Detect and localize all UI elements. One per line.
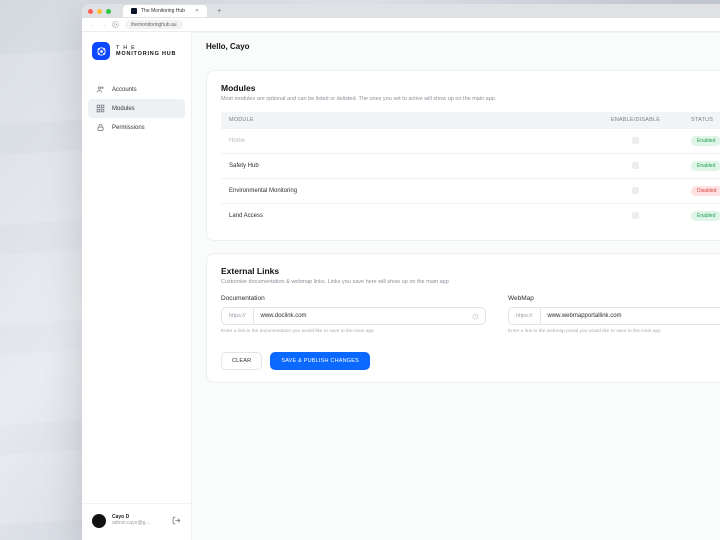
favicon-icon [131, 8, 137, 14]
external-links-panel: External Links Customise documentation &… [206, 253, 720, 383]
module-status-cell: Enabled [683, 154, 720, 179]
address-bar[interactable]: themonitoringhub.au [125, 20, 183, 29]
map-input-wrap[interactable]: https:// www.webmapportallink.com [508, 307, 720, 325]
sidebar-item-modules[interactable]: Modules [88, 99, 185, 118]
module-status-cell: Disabled [683, 179, 720, 204]
module-status-cell: Enabled [683, 129, 720, 154]
status-badge: Enabled [691, 211, 720, 221]
sidebar-item-permissions[interactable]: Permissions [88, 118, 185, 137]
browser-tab[interactable]: The Monitoring Hub ✕ [123, 5, 207, 17]
table-row: Safety Hub Enabled [221, 154, 720, 179]
checkbox-icon[interactable] [632, 187, 639, 194]
modules-table: MODULE ENABLE/DISABLE STATUS Home Enabled… [221, 112, 720, 228]
table-row: Home Enabled [221, 129, 720, 154]
webmap-field: WebMap https:// www.webmapportallink.com… [508, 295, 720, 334]
forward-icon[interactable]: → [101, 22, 106, 28]
modules-title: Modules [221, 83, 720, 93]
external-title: External Links [221, 266, 720, 276]
traffic-light-close[interactable] [88, 9, 93, 14]
doc-input-wrap[interactable]: https:// www.doclink.com [221, 307, 486, 325]
col-module: MODULE [221, 112, 588, 129]
status-badge: Enabled [691, 161, 720, 171]
topbar: Hello, Cayo Switch to main app [192, 33, 720, 60]
doc-label: Documentation [221, 295, 486, 302]
sidebar-item-label: Modules [112, 106, 135, 112]
traffic-light-max[interactable] [106, 9, 111, 14]
url-text: themonitoringhub.au [131, 22, 177, 28]
tab-close-icon[interactable]: ✕ [195, 8, 199, 14]
module-status-cell: Enabled [683, 204, 720, 229]
module-toggle-cell [588, 129, 683, 154]
back-icon[interactable]: ← [90, 22, 95, 28]
module-toggle-cell [588, 179, 683, 204]
browser-window: The Monitoring Hub ✕ + ← → ⟳ themonitori… [82, 4, 720, 540]
save-publish-button[interactable]: SAVE & PUBLISH CHANGES [270, 352, 370, 370]
map-label: WebMap [508, 295, 720, 302]
external-subtitle: Customise documentation & webmap links. … [221, 279, 720, 285]
user-meta: Cayo D admin.cayo@g... [112, 515, 150, 527]
traffic-light-min[interactable] [97, 9, 102, 14]
modules-panel: Modules Most modules are optional and ca… [206, 70, 720, 241]
sidebar: T H E MONITORING HUB Accounts Modules Pe… [82, 32, 192, 540]
module-name: Home [221, 129, 588, 154]
protocol-prefix: https:// [509, 308, 541, 324]
users-icon [96, 85, 105, 94]
map-input-value[interactable]: www.webmapportallink.com [541, 313, 720, 319]
logout-button[interactable] [172, 512, 181, 530]
module-name: Environmental Monitoring [221, 179, 588, 204]
new-tab-icon[interactable]: + [217, 8, 221, 15]
tab-title: The Monitoring Hub [141, 8, 185, 14]
module-toggle-cell [588, 204, 683, 229]
grid-icon [96, 104, 105, 113]
doc-input-value[interactable]: www.doclink.com [254, 313, 466, 319]
sidebar-item-accounts[interactable]: Accounts [88, 80, 185, 99]
status-badge: Enabled [691, 136, 720, 146]
map-hint: Enter a link to the webmap portal you wo… [508, 329, 720, 334]
sidebar-item-label: Accounts [112, 87, 137, 93]
checkbox-icon[interactable] [632, 137, 639, 144]
user-email: admin.cayo@g... [112, 521, 150, 527]
browser-toolbar: ← → ⟳ themonitoringhub.au [82, 18, 720, 32]
avatar[interactable] [92, 514, 106, 528]
user-footer: Cayo D admin.cayo@g... [82, 503, 191, 540]
checkbox-icon[interactable] [632, 212, 639, 219]
status-badge: Disabled [691, 186, 720, 196]
protocol-prefix: https:// [222, 308, 254, 324]
sidebar-item-label: Permissions [112, 125, 145, 131]
reload-icon[interactable]: ⟳ [112, 21, 119, 28]
documentation-field: Documentation https:// www.doclink.com E… [221, 295, 486, 334]
logo-icon [92, 42, 110, 60]
brand-logo: T H E MONITORING HUB [82, 32, 191, 76]
brand-text: T H E MONITORING HUB [116, 45, 176, 58]
lock-icon [96, 123, 105, 132]
clear-button[interactable]: CLEAR [221, 352, 262, 370]
doc-hint: Enter a link to the documentation you wo… [221, 329, 486, 334]
modules-subtitle: Most modules are optional and can be lis… [221, 96, 720, 102]
logout-icon [172, 516, 181, 525]
table-row: Environmental Monitoring Disabled [221, 179, 720, 204]
main-area: Hello, Cayo Switch to main app Modules M… [192, 32, 720, 540]
module-name: Safety Hub [221, 154, 588, 179]
module-toggle-cell [588, 154, 683, 179]
page-greeting: Hello, Cayo [206, 42, 250, 51]
col-enable: ENABLE/DISABLE [588, 112, 683, 129]
browser-tabbar: The Monitoring Hub ✕ + [82, 4, 720, 18]
sidebar-nav: Accounts Modules Permissions [82, 76, 191, 141]
clock-icon[interactable] [466, 307, 485, 325]
table-row: Land Access Enabled [221, 204, 720, 229]
module-name: Land Access [221, 204, 588, 229]
col-status: STATUS [683, 112, 720, 129]
checkbox-icon[interactable] [632, 162, 639, 169]
